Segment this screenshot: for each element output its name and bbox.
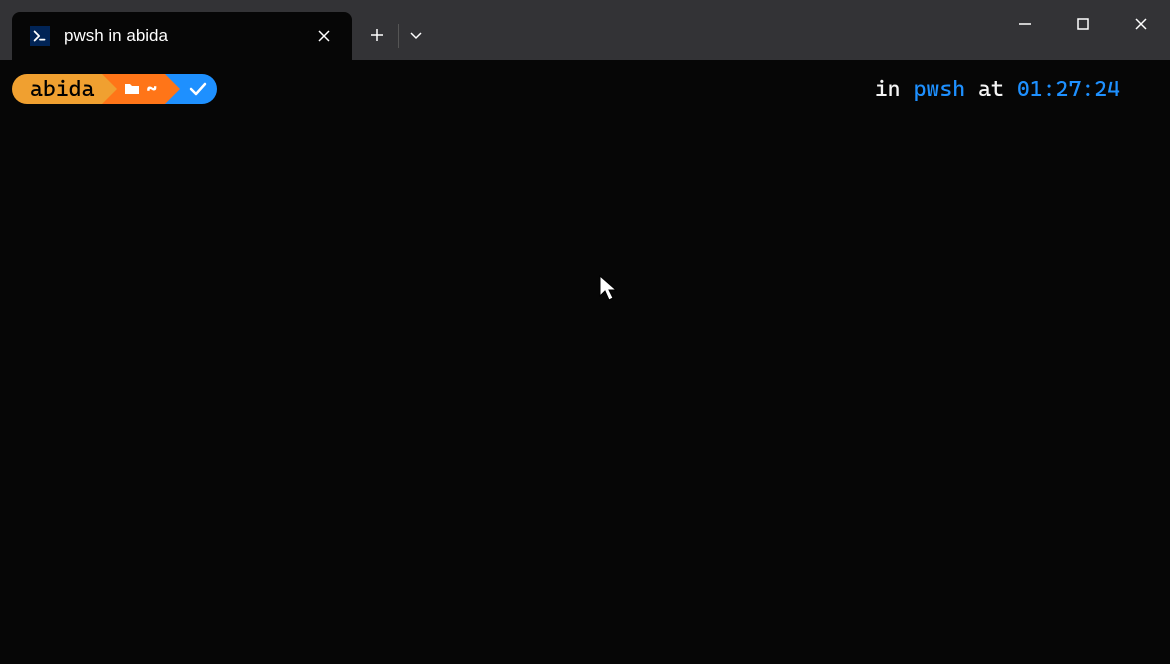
prompt-at-label: at bbox=[978, 77, 1004, 102]
new-tab-button[interactable] bbox=[370, 28, 384, 42]
toolbar-divider bbox=[398, 24, 399, 48]
powershell-icon bbox=[30, 26, 50, 46]
prompt-shell: pwsh bbox=[914, 77, 966, 102]
minimize-button[interactable] bbox=[996, 0, 1054, 48]
check-icon bbox=[189, 77, 207, 102]
terminal-body[interactable]: abida ~ in bbox=[0, 60, 1170, 664]
prompt-path: ~ bbox=[146, 79, 157, 100]
prompt-in-label: in bbox=[875, 77, 901, 102]
prompt-user-segment: abida bbox=[12, 74, 102, 104]
close-tab-button[interactable] bbox=[314, 26, 334, 46]
mouse-cursor-icon bbox=[598, 274, 618, 308]
maximize-button[interactable] bbox=[1054, 0, 1112, 48]
prompt-line: abida ~ in bbox=[12, 70, 1158, 108]
segment-arrow bbox=[165, 74, 180, 104]
segment-arrow bbox=[102, 74, 117, 104]
folder-icon bbox=[124, 77, 140, 102]
prompt-left: abida ~ bbox=[12, 74, 217, 104]
close-window-button[interactable] bbox=[1112, 0, 1170, 48]
prompt-user: abida bbox=[30, 77, 94, 102]
prompt-time: 01:27:24 bbox=[1017, 77, 1120, 102]
active-tab[interactable]: pwsh in abida bbox=[12, 12, 352, 60]
tab-title: pwsh in abida bbox=[64, 26, 300, 46]
prompt-right: in pwsh at 01:27:24 bbox=[875, 77, 1158, 102]
window-controls bbox=[996, 0, 1170, 48]
titlebar: pwsh in abida bbox=[0, 0, 1170, 60]
tab-dropdown-button[interactable] bbox=[409, 28, 423, 42]
